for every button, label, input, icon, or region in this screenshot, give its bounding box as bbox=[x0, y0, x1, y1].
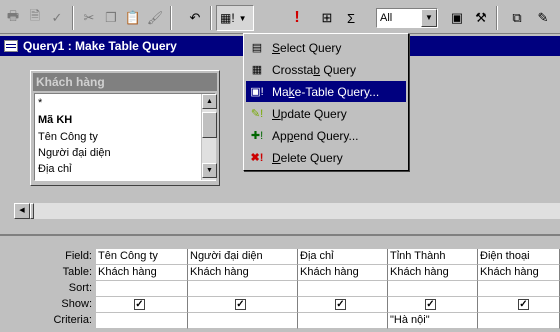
list-item[interactable]: Tên Công ty bbox=[38, 131, 98, 143]
menu-item-select-query[interactable]: ▤ Select Query bbox=[246, 37, 406, 58]
menu-item-append-query[interactable]: ✚! Append Query... bbox=[246, 125, 406, 146]
row-label-sort: Sort: bbox=[68, 282, 92, 294]
scroll-left-icon[interactable]: ◀ bbox=[14, 203, 30, 219]
top-values-value: All bbox=[380, 12, 393, 24]
show-checkbox[interactable]: ✓ bbox=[425, 299, 436, 310]
list-item[interactable]: Mã KH bbox=[38, 114, 72, 126]
make-table-query-icon: ▣! bbox=[250, 86, 264, 98]
list-item[interactable]: Người đại diện bbox=[38, 147, 111, 159]
show-checkbox[interactable]: ✓ bbox=[134, 299, 145, 310]
properties-icon[interactable]: ▣ bbox=[446, 7, 468, 29]
field-cell[interactable]: Người đại diện bbox=[188, 249, 298, 265]
menu-item-label: Append Query... bbox=[272, 128, 359, 143]
undo-icon[interactable]: ↶ bbox=[184, 7, 206, 29]
criteria-cell[interactable] bbox=[478, 313, 560, 329]
show-cell[interactable]: ✓ bbox=[478, 297, 560, 313]
print-preview-icon[interactable]: 🗎 bbox=[24, 7, 46, 29]
field-cell[interactable]: Tỉnh Thành bbox=[388, 249, 478, 265]
table-cell[interactable]: Khách hàng bbox=[298, 265, 388, 281]
show-cell[interactable]: ✓ bbox=[96, 297, 188, 313]
row-label-criteria: Criteria: bbox=[53, 314, 92, 326]
format-painter-icon[interactable]: 🖌 bbox=[144, 7, 166, 29]
criteria-cell[interactable] bbox=[96, 313, 188, 329]
print-icon[interactable]: 🖶 bbox=[2, 7, 24, 29]
sort-cell[interactable] bbox=[96, 281, 188, 297]
show-cell[interactable]: ✓ bbox=[298, 297, 388, 313]
menu-item-label: Delete Query bbox=[272, 150, 343, 165]
field-list-title[interactable]: Khách hàng bbox=[33, 73, 217, 91]
scroll-down-icon[interactable]: ▼ bbox=[202, 163, 217, 178]
criteria-cell[interactable] bbox=[298, 313, 388, 329]
field-list[interactable]: * Mã KH Tên Công ty Người đại diện Địa c… bbox=[34, 93, 217, 181]
append-query-icon: ✚! bbox=[250, 130, 264, 142]
top-values-combo[interactable]: All ▼ bbox=[376, 8, 438, 28]
horizontal-scrollbar[interactable]: ◀ bbox=[14, 203, 560, 219]
totals-icon[interactable]: Σ bbox=[340, 7, 362, 29]
query-type-button[interactable]: ▦! ▼ bbox=[216, 5, 254, 31]
field-cell[interactable]: Địa chỉ bbox=[298, 249, 388, 265]
table-cell[interactable]: Khách hàng bbox=[188, 265, 298, 281]
table-cell[interactable]: Khách hàng bbox=[478, 265, 560, 281]
show-checkbox[interactable]: ✓ bbox=[335, 299, 346, 310]
sort-cell[interactable] bbox=[478, 281, 560, 297]
run-icon[interactable]: ! bbox=[286, 7, 308, 29]
table-cell[interactable]: Khách hàng bbox=[388, 265, 478, 281]
menu-item-label: Update Query bbox=[272, 106, 347, 121]
database-window-icon[interactable]: ⧉ bbox=[506, 7, 528, 29]
delete-query-icon: ✖! bbox=[250, 152, 264, 164]
show-table-icon[interactable]: ⊞ bbox=[316, 7, 338, 29]
update-query-icon: ✎! bbox=[250, 108, 264, 120]
criteria-cell[interactable] bbox=[188, 313, 298, 329]
menu-item-label: Make-Table Query... bbox=[272, 84, 380, 99]
field-list-scrollbar[interactable]: ▲ ▼ bbox=[201, 94, 217, 180]
select-query-icon: ▤ bbox=[251, 42, 263, 54]
field-list-window[interactable]: Khách hàng * Mã KH Tên Công ty Người đại… bbox=[30, 70, 220, 186]
sort-cell[interactable] bbox=[388, 281, 478, 297]
row-label-show: Show: bbox=[61, 298, 92, 310]
menu-item-make-table-query[interactable]: ▣! Make-Table Query... bbox=[246, 81, 406, 102]
paste-icon[interactable]: 📋 bbox=[122, 7, 144, 29]
spelling-icon[interactable]: ✓ bbox=[46, 7, 68, 29]
menu-item-crosstab-query[interactable]: ▦ Crosstab Query bbox=[246, 59, 406, 80]
table-cell[interactable]: Khách hàng bbox=[96, 265, 188, 281]
scroll-thumb[interactable] bbox=[30, 203, 34, 219]
menu-item-label: Select Query bbox=[272, 40, 342, 55]
menu-item-update-query[interactable]: ✎! Update Query bbox=[246, 103, 406, 124]
list-item[interactable]: * bbox=[38, 97, 42, 109]
list-item[interactable]: Địa chỉ bbox=[38, 163, 72, 175]
query-type-menu: ▤ Select Query ▦ Crosstab Query ▣! Make-… bbox=[243, 33, 409, 171]
window-title: Query1 : Make Table Query bbox=[23, 39, 177, 53]
show-cell[interactable]: ✓ bbox=[388, 297, 478, 313]
scroll-up-icon[interactable]: ▲ bbox=[202, 94, 217, 109]
show-checkbox[interactable]: ✓ bbox=[518, 299, 529, 310]
crosstab-query-icon: ▦ bbox=[251, 64, 263, 76]
copy-icon[interactable]: ❐ bbox=[100, 7, 122, 29]
chevron-down-icon[interactable]: ▼ bbox=[421, 9, 437, 27]
query-type-icon: ▦! bbox=[220, 11, 235, 25]
show-cell[interactable]: ✓ bbox=[188, 297, 298, 313]
query-window-icon bbox=[4, 40, 18, 52]
toolbar: 🖶 🗎 ✓ ✂ ❐ 📋 🖌 ↶ ▦! ▼ ! ⊞ Σ All ▼ ▣ ⚒ ⧉ ✎ bbox=[0, 0, 560, 34]
design-grid: Field: Table: Sort: Show: Criteria: Tên … bbox=[0, 234, 560, 332]
build-icon[interactable]: ⚒ bbox=[470, 7, 492, 29]
sort-cell[interactable] bbox=[298, 281, 388, 297]
row-label-field: Field: bbox=[65, 250, 92, 262]
new-object-icon[interactable]: ✎ bbox=[532, 7, 554, 29]
cut-icon[interactable]: ✂ bbox=[78, 7, 100, 29]
row-label-table: Table: bbox=[62, 266, 92, 278]
menu-item-label: Crosstab Query bbox=[272, 62, 357, 77]
show-checkbox[interactable]: ✓ bbox=[235, 299, 246, 310]
chevron-down-icon: ▼ bbox=[238, 13, 247, 23]
criteria-cell[interactable]: "Hà nội" bbox=[388, 313, 478, 329]
sort-cell[interactable] bbox=[188, 281, 298, 297]
field-cell[interactable]: Điện thoại bbox=[478, 249, 560, 265]
field-cell[interactable]: Tên Công ty bbox=[96, 249, 188, 265]
menu-item-delete-query[interactable]: ✖! Delete Query bbox=[246, 147, 406, 168]
scroll-thumb[interactable] bbox=[202, 112, 217, 138]
